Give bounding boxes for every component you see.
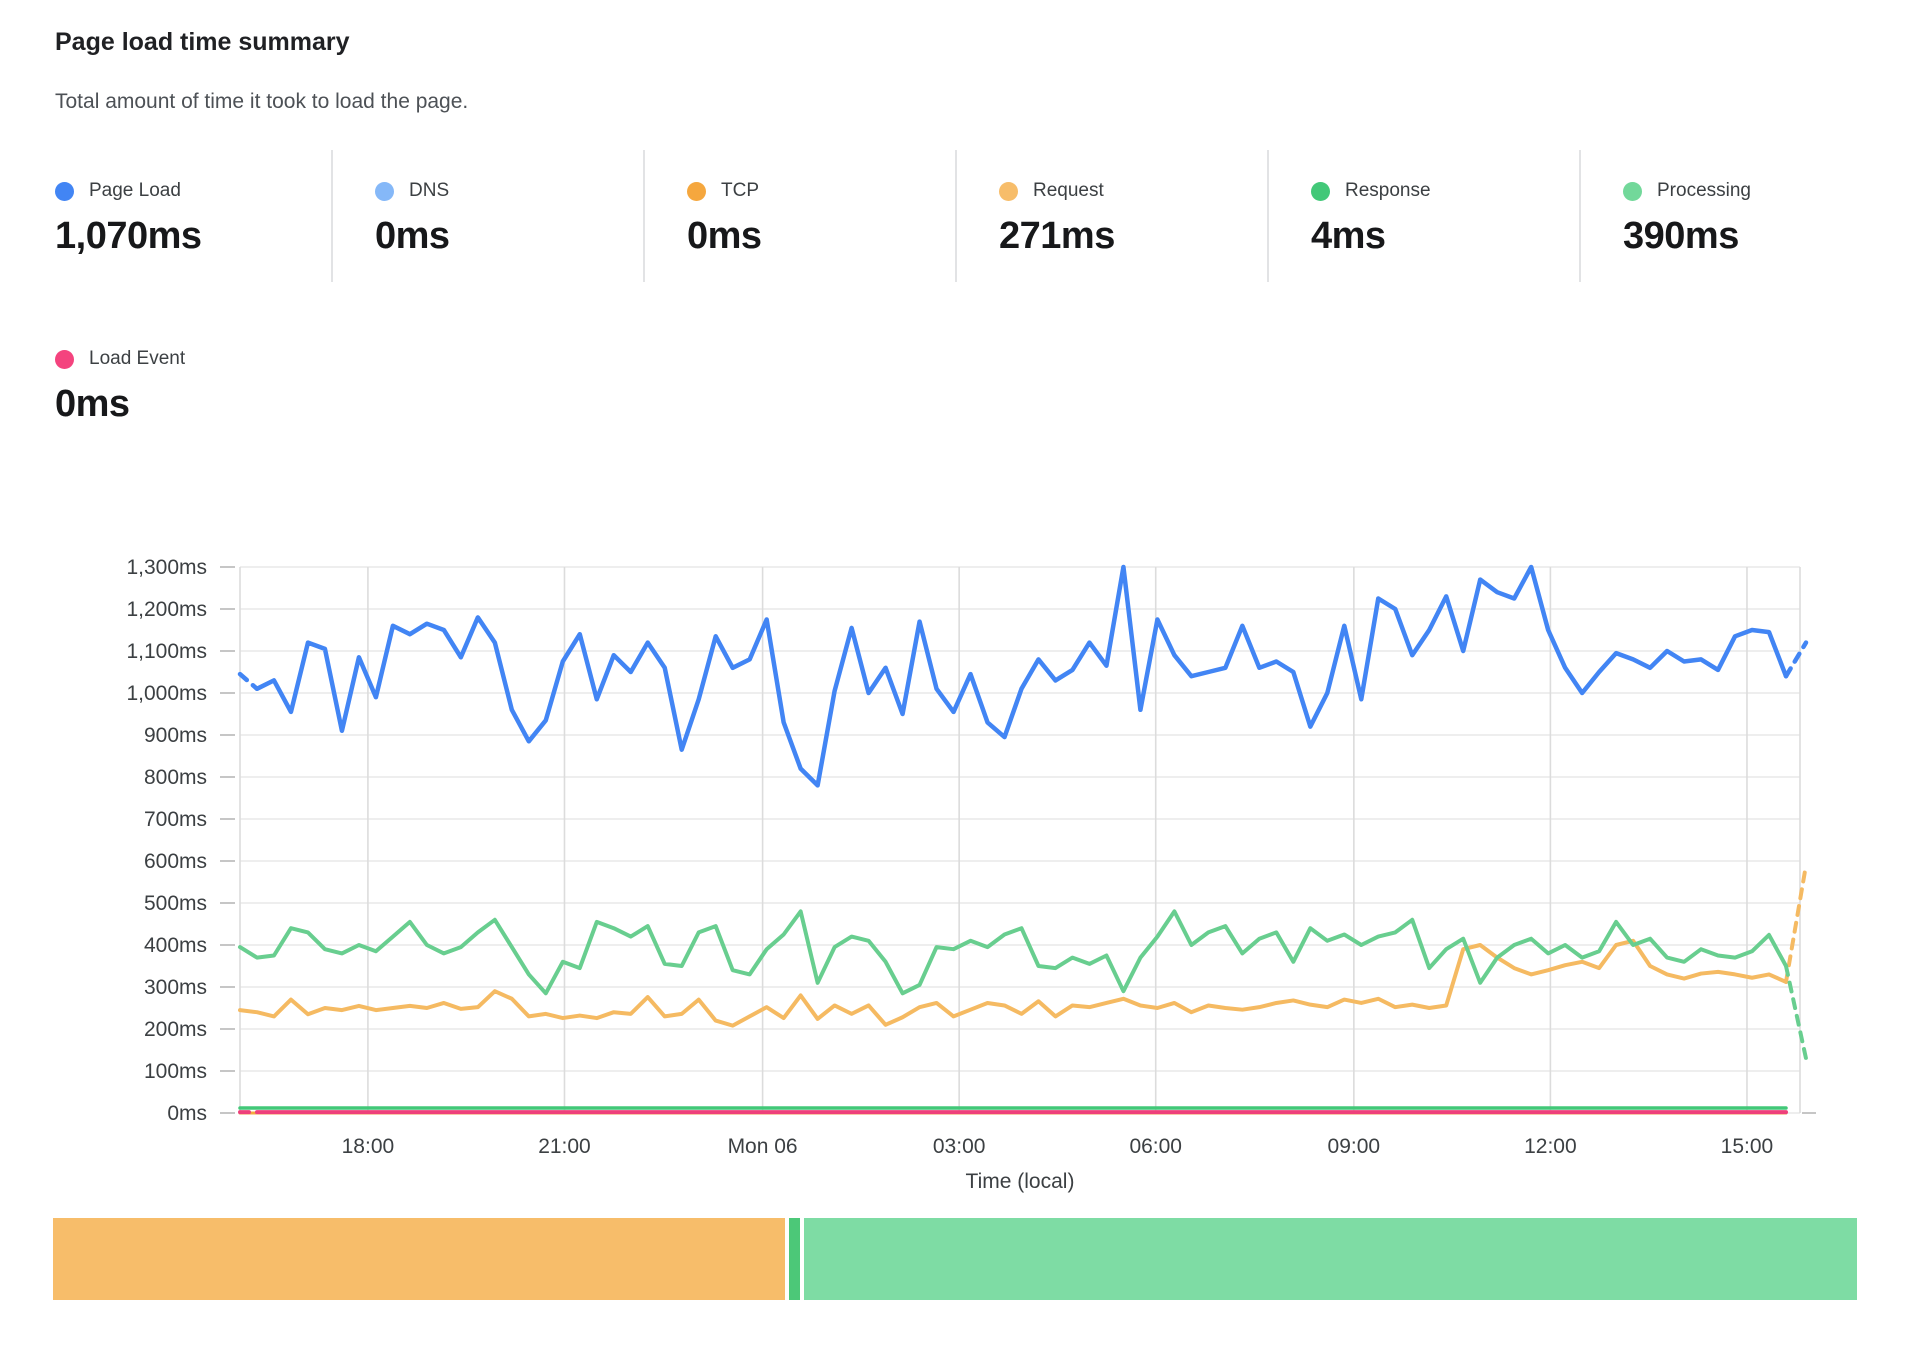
breakdown-bar[interactable] (53, 1218, 1857, 1300)
metric-dns[interactable]: DNS 0ms (331, 150, 643, 282)
x-axis-title: Time (local) (966, 1170, 1075, 1193)
metric-page-load[interactable]: Page Load 1,070ms (0, 150, 331, 282)
metric-label: Response (1345, 180, 1431, 202)
metric-response[interactable]: Response 4ms (1267, 150, 1579, 282)
bar-segment-request (53, 1218, 785, 1300)
metric-value: 390ms (1623, 215, 1891, 258)
x-axis-tick-label: 12:00 (1524, 1135, 1577, 1158)
grid: 0ms 100ms 200ms 300ms 400ms 500ms 600ms 700ms 80… (126, 556, 1816, 1193)
x-axis-tick-label: 21:00 (538, 1135, 591, 1158)
x-axis-tick-label: 15:00 (1721, 1135, 1774, 1158)
metric-label: Page Load (89, 180, 181, 202)
legend-row-2: Load Event 0ms (0, 318, 660, 446)
y-axis-tick-label: 1,000ms (126, 682, 207, 705)
y-axis-tick-label: 1,300ms (126, 556, 207, 579)
bar-segment-response (789, 1218, 800, 1300)
metric-value: 4ms (1311, 215, 1579, 258)
tcp-dot-icon (687, 182, 706, 201)
metric-label: Load Event (89, 348, 185, 370)
x-axis-tick-label: 18:00 (342, 1135, 395, 1158)
metric-processing[interactable]: Processing 390ms (1579, 150, 1891, 282)
y-axis-tick-label: 800ms (144, 766, 207, 789)
dns-dot-icon (375, 182, 394, 201)
metric-value: 0ms (55, 383, 331, 426)
metric-label: TCP (721, 180, 759, 202)
metric-tcp[interactable]: TCP 0ms (643, 150, 955, 282)
load-event-dot-icon (55, 350, 74, 369)
metric-value: 271ms (999, 215, 1267, 258)
response-dot-icon (1311, 182, 1330, 201)
y-axis-tick-label: 200ms (144, 1018, 207, 1041)
y-axis-tick-label: 1,200ms (126, 598, 207, 621)
y-axis-tick-label: 100ms (144, 1060, 207, 1083)
metric-label: DNS (409, 180, 449, 202)
processing-dot-icon (1623, 182, 1642, 201)
series-page-load (240, 567, 1806, 785)
page-load-time-chart[interactable]: 0ms 100ms 200ms 300ms 400ms 500ms 600ms 700ms 80… (0, 520, 1910, 1220)
x-axis-tick-label: 06:00 (1129, 1135, 1182, 1158)
legend-row-1: Page Load 1,070ms DNS 0ms TCP 0ms Reques… (0, 150, 1891, 282)
metric-label: Processing (1657, 180, 1751, 202)
y-axis-tick-label: 500ms (144, 892, 207, 915)
page-load-dot-icon (55, 182, 74, 201)
bar-segment-processing (804, 1218, 1857, 1300)
y-axis-tick-label: 700ms (144, 808, 207, 831)
series-processing (240, 911, 1806, 1058)
metric-load-event[interactable]: Load Event 0ms (0, 318, 331, 446)
y-axis-tick-label: 300ms (144, 976, 207, 999)
page-load-summary-panel: { "header": { "title": "Page load time s… (0, 0, 1910, 1352)
metric-value: 0ms (687, 215, 955, 258)
y-axis-tick-label: 600ms (144, 850, 207, 873)
request-dot-icon (999, 182, 1018, 201)
metric-value: 0ms (375, 215, 643, 258)
y-axis-tick-label: 0ms (167, 1102, 207, 1125)
y-axis-tick-label: 900ms (144, 724, 207, 747)
x-axis-tick-label: 09:00 (1328, 1135, 1381, 1158)
x-axis-tick-label: 03:00 (933, 1135, 986, 1158)
y-axis-tick-label: 400ms (144, 934, 207, 957)
page-subtitle: Total amount of time it took to load the… (55, 90, 468, 114)
y-axis-tick-label: 1,100ms (126, 640, 207, 663)
metric-request[interactable]: Request 271ms (955, 150, 1267, 282)
metric-value: 1,070ms (55, 215, 331, 258)
metric-label: Request (1033, 180, 1104, 202)
page-title: Page load time summary (55, 28, 350, 57)
x-axis-tick-label: Mon 06 (728, 1135, 798, 1158)
